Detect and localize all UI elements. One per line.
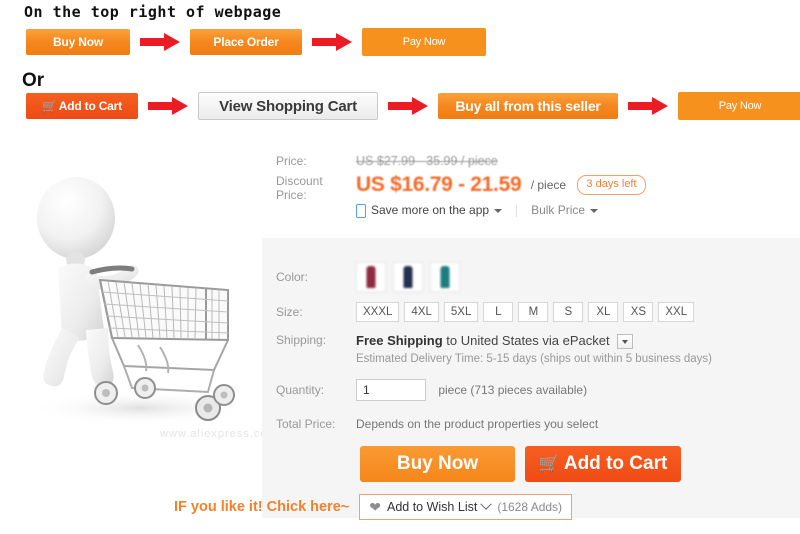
price-label: Price: [276,154,307,168]
size-option[interactable]: 5XL [443,302,479,322]
arrow-right-icon [140,33,180,51]
add-to-wish-list-label: Add to Wish List [387,500,478,514]
original-price-value: US $27.99 - 35.99 / piece [356,154,498,168]
product-detail-area: www.aliexpress.com Price: US $27.99 - 35… [0,136,800,534]
size-option[interactable]: M [518,302,549,322]
flow-pay-now-button[interactable]: Pay Now [362,28,486,56]
add-to-cart-button[interactable]: 🛒 Add to Cart [525,446,681,482]
instruction-heading: On the top right of webpage [24,3,282,21]
mobile-phone-icon [356,203,366,218]
buy-now-button[interactable]: Buy Now [360,446,515,482]
divider [516,204,518,217]
shipping-dropdown-icon[interactable] [616,334,633,350]
size-option[interactable]: 4XL [404,302,439,322]
add-to-wish-list-button[interactable]: ❤ Add to Wish List (1628 Adds) [359,494,573,520]
arrow-right-icon [628,97,668,115]
flow-buy-all-from-seller-button[interactable]: Buy all from this seller [438,93,618,119]
chevron-down-icon[interactable] [494,208,503,213]
chevron-down-icon[interactable] [590,208,599,213]
wishlist-hint-text: IF you like it! Chick here~ [174,499,350,515]
instruction-banner: On the top right of webpage Buy Now Plac… [0,0,800,136]
size-option[interactable]: S [553,302,584,322]
size-option[interactable]: XXL [658,302,695,322]
color-swatch-list [356,262,800,292]
shipping-eta-text: Estimated Delivery Time: 5-15 days (ship… [356,353,713,366]
cart-icon: 🛒 [42,99,57,113]
save-more-on-app-link[interactable]: Save more on the app [371,203,489,218]
discount-price-label-line1: Discount [276,174,323,188]
shipping-destination-text: to United States via ePacket [442,333,610,348]
quantity-row: Quantity: 1 piece (713 pieces available) [262,379,800,401]
quantity-availability-note: piece (713 pieces available) [438,383,588,397]
arrow-right-icon [312,33,352,51]
image-watermark: www.aliexpress.com [160,428,278,440]
discount-price-value: US $16.79 - 21.59 [356,173,522,196]
color-label: Color: [276,269,309,284]
color-swatch-teal[interactable] [430,262,460,292]
arrow-right-icon [148,97,188,115]
flow-place-order-button[interactable]: Place Order [190,29,302,55]
wishlist-count: (1628 Adds) [497,500,563,514]
size-label: Size: [276,304,303,319]
quantity-input[interactable]: 1 [356,379,426,401]
size-option-list: XXXL 4XL 5XL L M S XL XS XXL [356,302,800,322]
free-shipping-text: Free Shipping [356,333,443,348]
discount-price-label: Discount Price: [262,174,356,202]
total-price-row: Total Price: Depends on the product prop… [262,417,800,432]
price-row: Price: US $27.99 - 35.99 / piece [262,154,800,169]
size-option[interactable]: XS [623,302,654,322]
total-price-note: Depends on the product properties you se… [356,417,599,431]
heart-icon: ❤ [369,499,381,515]
cart-icon: 🛒 [538,454,560,473]
size-option[interactable]: XXXL [356,302,400,322]
flow-add-to-cart-button[interactable]: 🛒 Add to Cart [26,93,138,119]
product-info-column: Price: US $27.99 - 35.99 / piece Discoun… [174,136,800,534]
arrow-right-icon [388,97,428,115]
flow-pay-now-button-2[interactable]: Pay Now [678,92,800,120]
size-row: Size: XXXL 4XL 5XL L M S XL XS XXL [262,302,800,322]
cta-button-group: Buy Now 🛒 Add to Cart [360,446,681,482]
size-option[interactable]: XL [588,302,619,322]
quantity-label: Quantity: [276,382,325,397]
flow-steps-top: Buy Now Place Order Pay Now [26,28,486,56]
flow-view-shopping-cart-button[interactable]: View Shopping Cart [198,92,378,120]
color-swatch-dark-red[interactable] [356,262,386,292]
total-price-label: Total Price: [276,417,336,431]
chevron-down-icon[interactable] [480,498,492,510]
color-row: Color: [262,262,800,292]
product-image: www.aliexpress.com [0,140,277,440]
shipping-label: Shipping: [276,333,327,347]
discount-price-row: Discount Price: US $16.79 - 21.59 / piec… [262,174,800,218]
wishlist-row: IF you like it! Chick here~ ❤ Add to Wis… [174,494,794,520]
price-unit: / piece [530,177,567,192]
size-option[interactable]: L [483,302,514,322]
add-to-cart-label: Add to Cart [563,453,668,474]
flow-buy-now-button[interactable]: Buy Now [26,29,130,55]
flow-add-to-cart-label: Add to Cart [58,99,122,113]
shipping-row: Shipping: Free Shipping to United States… [262,333,800,367]
bulk-price-link[interactable]: Bulk Price [531,203,585,218]
flow-steps-bottom: 🛒 Add to Cart View Shopping Cart Buy all… [26,92,800,120]
discount-price-label-line2: Price: [276,188,307,202]
days-left-badge: 3 days left [577,175,646,195]
instruction-or-label: Or [22,70,45,91]
color-swatch-navy-blue[interactable] [393,262,423,292]
